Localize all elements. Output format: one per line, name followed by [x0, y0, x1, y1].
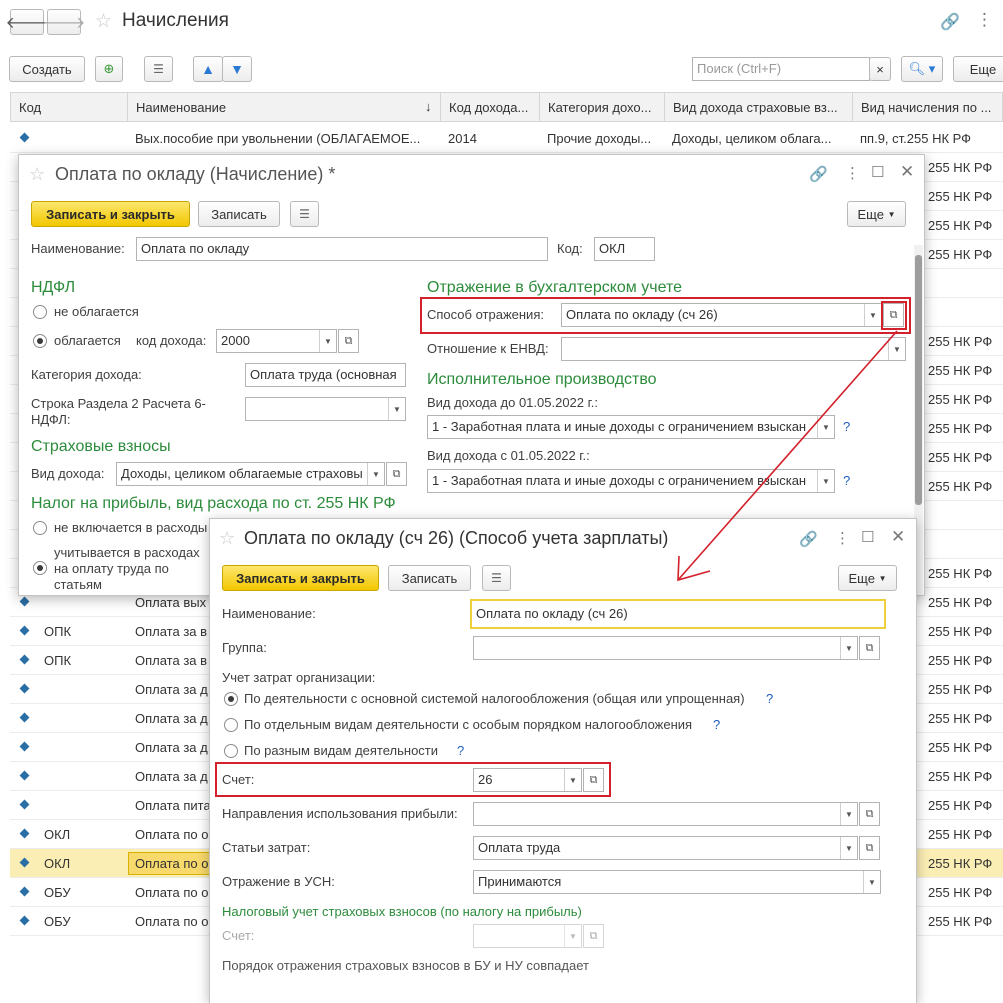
annotation-arrow — [677, 330, 898, 582]
